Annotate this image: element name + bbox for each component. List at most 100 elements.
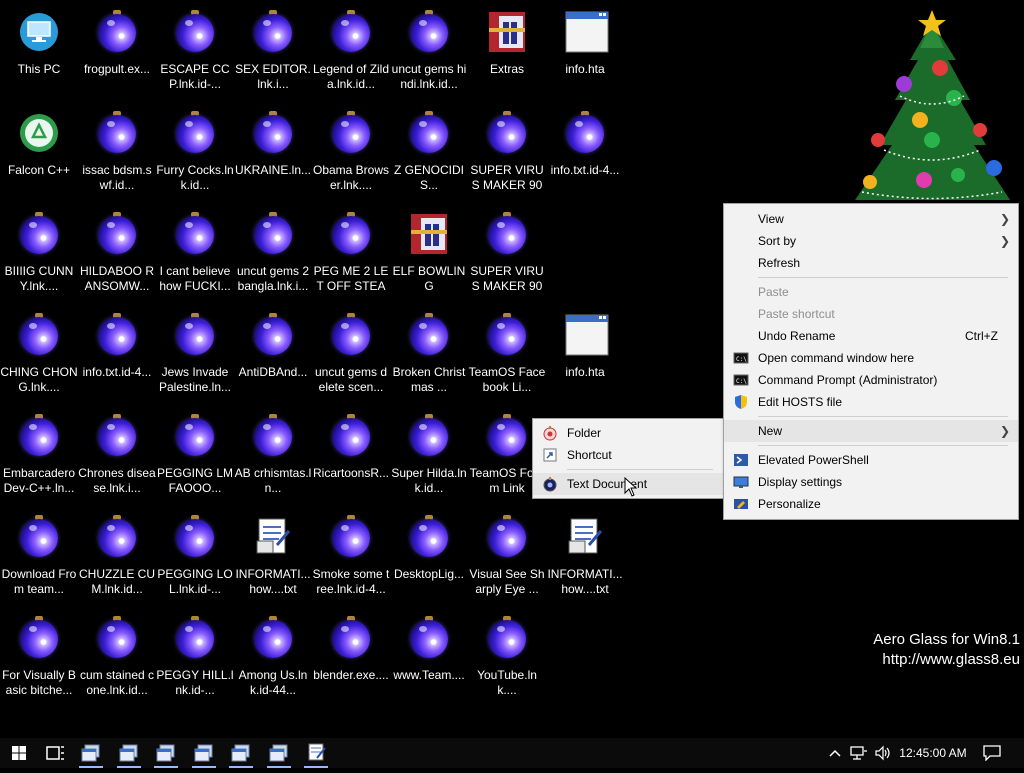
desktop-icon[interactable]: INFORMATI... how....txt <box>546 509 624 601</box>
task-view-button[interactable] <box>38 738 72 768</box>
desktop-icon[interactable]: Broken Christmas ... <box>390 307 468 399</box>
desktop-icon[interactable]: www.Team.... <box>390 610 468 702</box>
taskbar-app-window[interactable] <box>114 738 144 768</box>
ornament-icon <box>175 515 215 559</box>
desktop-icon[interactable]: UKRAINE.ln... <box>234 105 312 197</box>
desktop-icon[interactable]: Obama Browser.lnk.... <box>312 105 390 197</box>
network-icon[interactable] <box>850 745 868 761</box>
action-center-icon[interactable] <box>982 745 1002 761</box>
desktop-icon[interactable]: Jews Invade Palestine.ln... <box>156 307 234 399</box>
taskbar-app-window[interactable] <box>151 738 181 768</box>
taskbar-app-window[interactable] <box>226 738 256 768</box>
menu-item-shortcut[interactable]: Shortcut <box>533 444 723 466</box>
taskbar-app-window[interactable] <box>76 738 106 768</box>
desktop-icon[interactable]: Falcon C++ <box>0 105 78 197</box>
desktop-icon[interactable]: Super Hilda.lnk.id... <box>390 408 468 500</box>
show-hidden-icons-chevron-icon[interactable] <box>828 745 842 761</box>
desktop-icon[interactable]: Legend of Zilda.lnk.id... <box>312 4 390 96</box>
ornament-icon <box>409 10 449 54</box>
desktop-icon[interactable]: Embarcadero Dev-C++.ln... <box>0 408 78 500</box>
desktop-icon-label: PEGGING LMFAOOO... <box>156 466 233 495</box>
desktop-icon[interactable]: Chrones disease.lnk.i... <box>78 408 156 500</box>
desktop-icon[interactable]: info.txt.id-4... <box>78 307 156 399</box>
desktop-icon[interactable]: For Visually Basic bitche... <box>0 610 78 702</box>
desktop-icon[interactable]: Smoke some tree.lnk.id-4... <box>312 509 390 601</box>
menu-item-command-prompt-administrator[interactable]: C:\ Command Prompt (Administrator) <box>724 369 1018 391</box>
desktop-icon[interactable]: RicartoonsR... <box>312 408 390 500</box>
taskbar-app-window[interactable] <box>189 738 219 768</box>
desktop-icon[interactable]: info.txt.id-4... <box>546 105 624 197</box>
desktop-icon[interactable]: Visual See Sharply Eye ... <box>468 509 546 601</box>
desktop-icon-label: info.txt.id-4... <box>82 365 152 379</box>
desktop-icon[interactable]: blender.exe.... <box>312 610 390 702</box>
desktop-icon[interactable]: Extras <box>468 4 546 96</box>
desktop-icon[interactable]: PEGGY HILL.lnk.id-... <box>156 610 234 702</box>
desktop-icon-label: Among Us.lnk.id-44... <box>238 668 308 697</box>
desktop-icon[interactable]: I cant believe how FUCKI... <box>156 206 234 298</box>
desktop-icon-label: RicartoonsR... <box>312 466 390 480</box>
desktop-icon[interactable]: This PC <box>0 4 78 96</box>
desktop-icon[interactable]: PEGGING LOL.lnk.id-... <box>156 509 234 601</box>
desktop-icon[interactable]: BIIIIG CUNNY.lnk.... <box>0 206 78 298</box>
personalize-icon <box>733 496 749 512</box>
desktop-icon[interactable]: uncut gems delete scen... <box>312 307 390 399</box>
desktop-icon[interactable]: uncut gems hindi.lnk.id... <box>390 4 468 96</box>
desktop-icon[interactable]: CHUZZLE CUM.lnk.id... <box>78 509 156 601</box>
desktop-icon[interactable]: Among Us.lnk.id-44... <box>234 610 312 702</box>
menu-item-folder[interactable]: Folder <box>533 422 723 444</box>
desktop-icon[interactable]: Z GENOCIDIS... <box>390 105 468 197</box>
ornament-icon <box>487 212 527 256</box>
desktop-icon[interactable]: cum stained cone.lnk.id... <box>78 610 156 702</box>
desktop-icon[interactable]: DesktopLig... <box>390 509 468 601</box>
desktop-icon[interactable]: TeamOS Facebook Li... <box>468 307 546 399</box>
desktop-icon-label: Broken Christmas ... <box>392 365 466 394</box>
desktop-icon[interactable]: PEG ME 2 LET OFF STEAM.... <box>312 206 390 298</box>
desktop-icon[interactable]: AB crhismtas.ln... <box>234 408 312 500</box>
menu-item-display-settings[interactable]: Display settings <box>724 471 1018 493</box>
ornament-icon <box>175 212 215 256</box>
desktop-icon[interactable]: Download From team... <box>0 509 78 601</box>
desktop-icon-label: Jews Invade Palestine.ln... <box>158 365 232 394</box>
ornament-icon <box>253 111 293 155</box>
start-button[interactable] <box>2 738 36 768</box>
desktop-icon[interactable]: PEGGING LMFAOOO... <box>156 408 234 500</box>
folder-icon <box>542 425 558 441</box>
desktop-icon[interactable]: INFORMATI... how....txt <box>234 509 312 601</box>
menu-item-personalize[interactable]: Personalize <box>724 493 1018 515</box>
desktop-icon-label: Extras <box>489 62 524 76</box>
desktop-icon[interactable]: HILDABOO RANSOMW... <box>78 206 156 298</box>
menu-item-edit-hosts-file[interactable]: Edit HOSTS file <box>724 391 1018 413</box>
desktop-icon[interactable]: info.hta <box>546 307 624 399</box>
desktop-icon[interactable]: uncut gems 2 bangla.lnk.i... <box>234 206 312 298</box>
text-document-icon <box>542 476 558 492</box>
desktop-icon-label: TeamOS Facebook Li... <box>468 365 546 394</box>
menu-item-view[interactable]: View ❯ <box>724 208 1018 230</box>
menu-item-label: Folder <box>567 426 602 440</box>
desktop-icon[interactable]: YouTube.lnk.... <box>468 610 546 702</box>
desktop-icon[interactable]: Furry Cocks.lnk.id... <box>156 105 234 197</box>
menu-item-elevated-powershell[interactable]: Elevated PowerShell <box>724 449 1018 471</box>
menu-item-new[interactable]: New ❯ <box>724 420 1018 442</box>
desktop-icon[interactable]: ELF BOWLING <box>390 206 468 298</box>
desktop-icon[interactable]: ESCAPE CCP.lnk.id-... <box>156 4 234 96</box>
menu-item-sort-by[interactable]: Sort by ❯ <box>724 230 1018 252</box>
desktop-icon[interactable]: info.hta <box>546 4 624 96</box>
mouse-cursor <box>624 477 638 497</box>
menu-item-refresh[interactable]: Refresh <box>724 252 1018 274</box>
desktop-icon[interactable]: frogpult.ex... <box>78 4 156 96</box>
menu-item-undo-rename[interactable]: Undo Rename Ctrl+Z <box>724 325 1018 347</box>
taskbar-app-window[interactable] <box>264 738 294 768</box>
desktop-icon[interactable]: CHING CHONG.lnk.... <box>0 307 78 399</box>
ornament-icon <box>175 313 215 357</box>
volume-icon[interactable] <box>874 745 892 761</box>
desktop-icon[interactable]: issac bdsm.swf.id... <box>78 105 156 197</box>
menu-separator <box>758 277 1008 278</box>
taskbar-app-notepad[interactable] <box>301 738 331 768</box>
desktop-icon[interactable]: SUPER VIRUS MAKER 900... <box>468 206 546 298</box>
menu-item-open-command-window-here[interactable]: C:\ Open command window here <box>724 347 1018 369</box>
desktop-icon-label: issac bdsm.swf.id... <box>82 163 152 192</box>
taskbar-clock[interactable]: 12:45:00 AM <box>898 738 968 768</box>
desktop-icon[interactable]: AntiDBAnd... <box>234 307 312 399</box>
desktop-icon[interactable]: SUPER VIRUS MAKER 900... <box>468 105 546 197</box>
desktop-icon[interactable]: SEX EDITOR.lnk.i... <box>234 4 312 96</box>
